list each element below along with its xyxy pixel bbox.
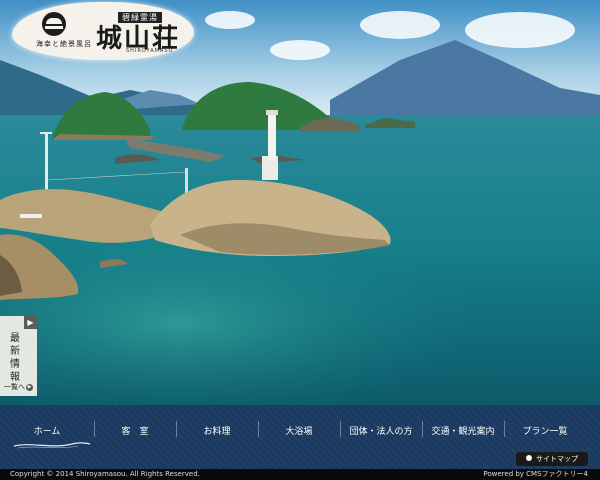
chevron-right-icon[interactable]: ▶	[24, 316, 37, 329]
nav-item-plans[interactable]: プラン一覧	[504, 405, 586, 451]
active-underline-icon	[13, 442, 91, 449]
powered-by-link[interactable]: Powered by CMSファクトリー4	[483, 469, 588, 480]
logo-romanization: SHIROYAMASO	[126, 48, 174, 54]
news-tab[interactable]: ▶ 最新情報 一覧へ ▶	[0, 316, 37, 396]
nav-item-rooms[interactable]: 客 室	[94, 405, 176, 451]
seascape-illustration	[0, 0, 600, 405]
lighthouse	[268, 112, 276, 160]
global-nav: ホーム 客 室 お料理 大浴場 団体・法人の方 交通・観光案内 プラン一覧	[0, 405, 600, 469]
copyright-text: Copyright © 2014 Shiroyamasou. All Right…	[10, 470, 200, 478]
logo-emblem-icon	[42, 12, 66, 36]
footer: Copyright © 2014 Shiroyamasou. All Right…	[0, 469, 600, 480]
nav-item-bath[interactable]: 大浴場	[258, 405, 340, 451]
hero-image	[0, 0, 600, 405]
news-list-link[interactable]: 一覧へ ▶	[4, 382, 33, 392]
news-list-label: 一覧へ	[4, 383, 25, 391]
site-logo[interactable]: 碧緑霊湯 城山荘 海幸と絶景風呂 SHIROYAMASO	[12, 2, 194, 60]
sitemap-icon	[526, 455, 532, 461]
pole-left	[45, 132, 48, 190]
sitemap-label: サイトマップ	[536, 455, 578, 463]
logo-tagline: 海幸と絶景風呂	[36, 40, 92, 48]
nav-item-cuisine[interactable]: お料理	[176, 405, 258, 451]
nav-item-groups[interactable]: 団体・法人の方	[340, 405, 422, 451]
sitemap-button[interactable]: サイトマップ	[516, 452, 588, 466]
news-title: 最新情報	[10, 333, 20, 383]
nav-item-access[interactable]: 交通・観光案内	[422, 405, 504, 451]
arrow-circle-icon: ▶	[26, 383, 33, 391]
